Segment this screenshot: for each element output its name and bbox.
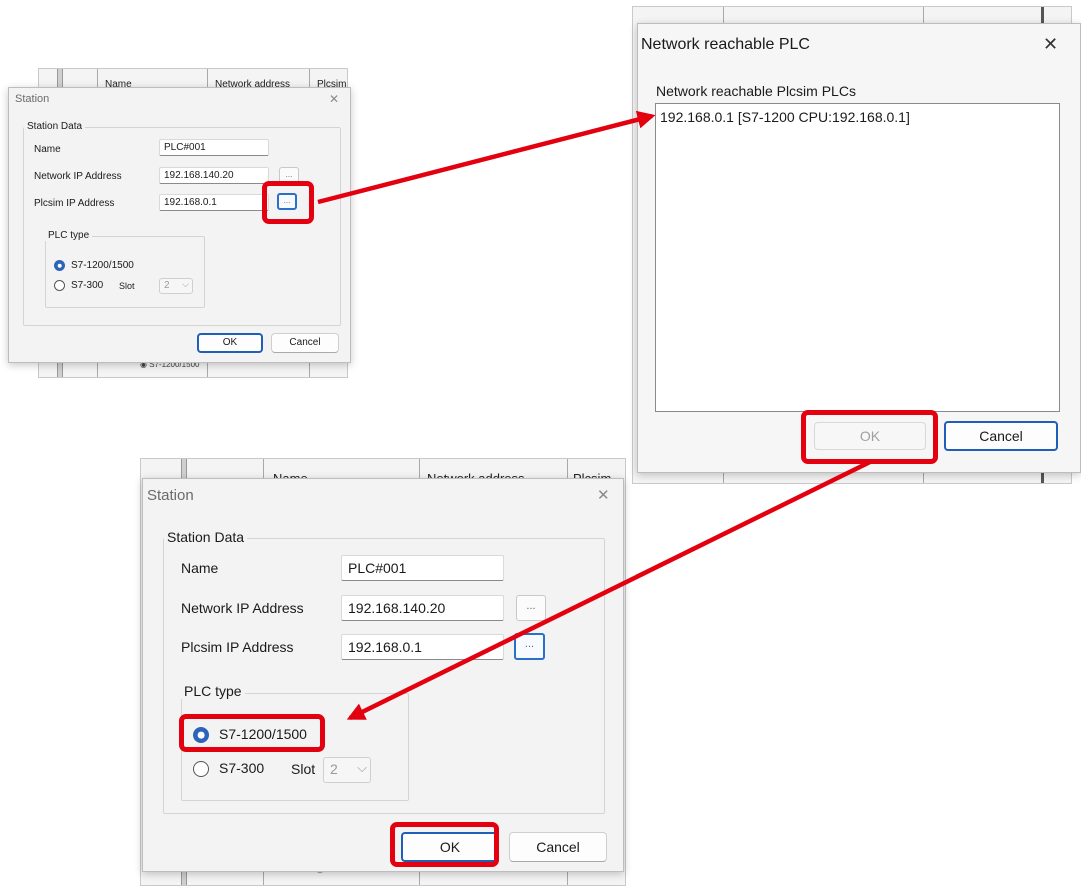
arrow-browse-to-dialog — [317, 110, 656, 205]
arrow-ok-to-option — [346, 459, 871, 721]
annotation-arrows — [317, 110, 871, 721]
